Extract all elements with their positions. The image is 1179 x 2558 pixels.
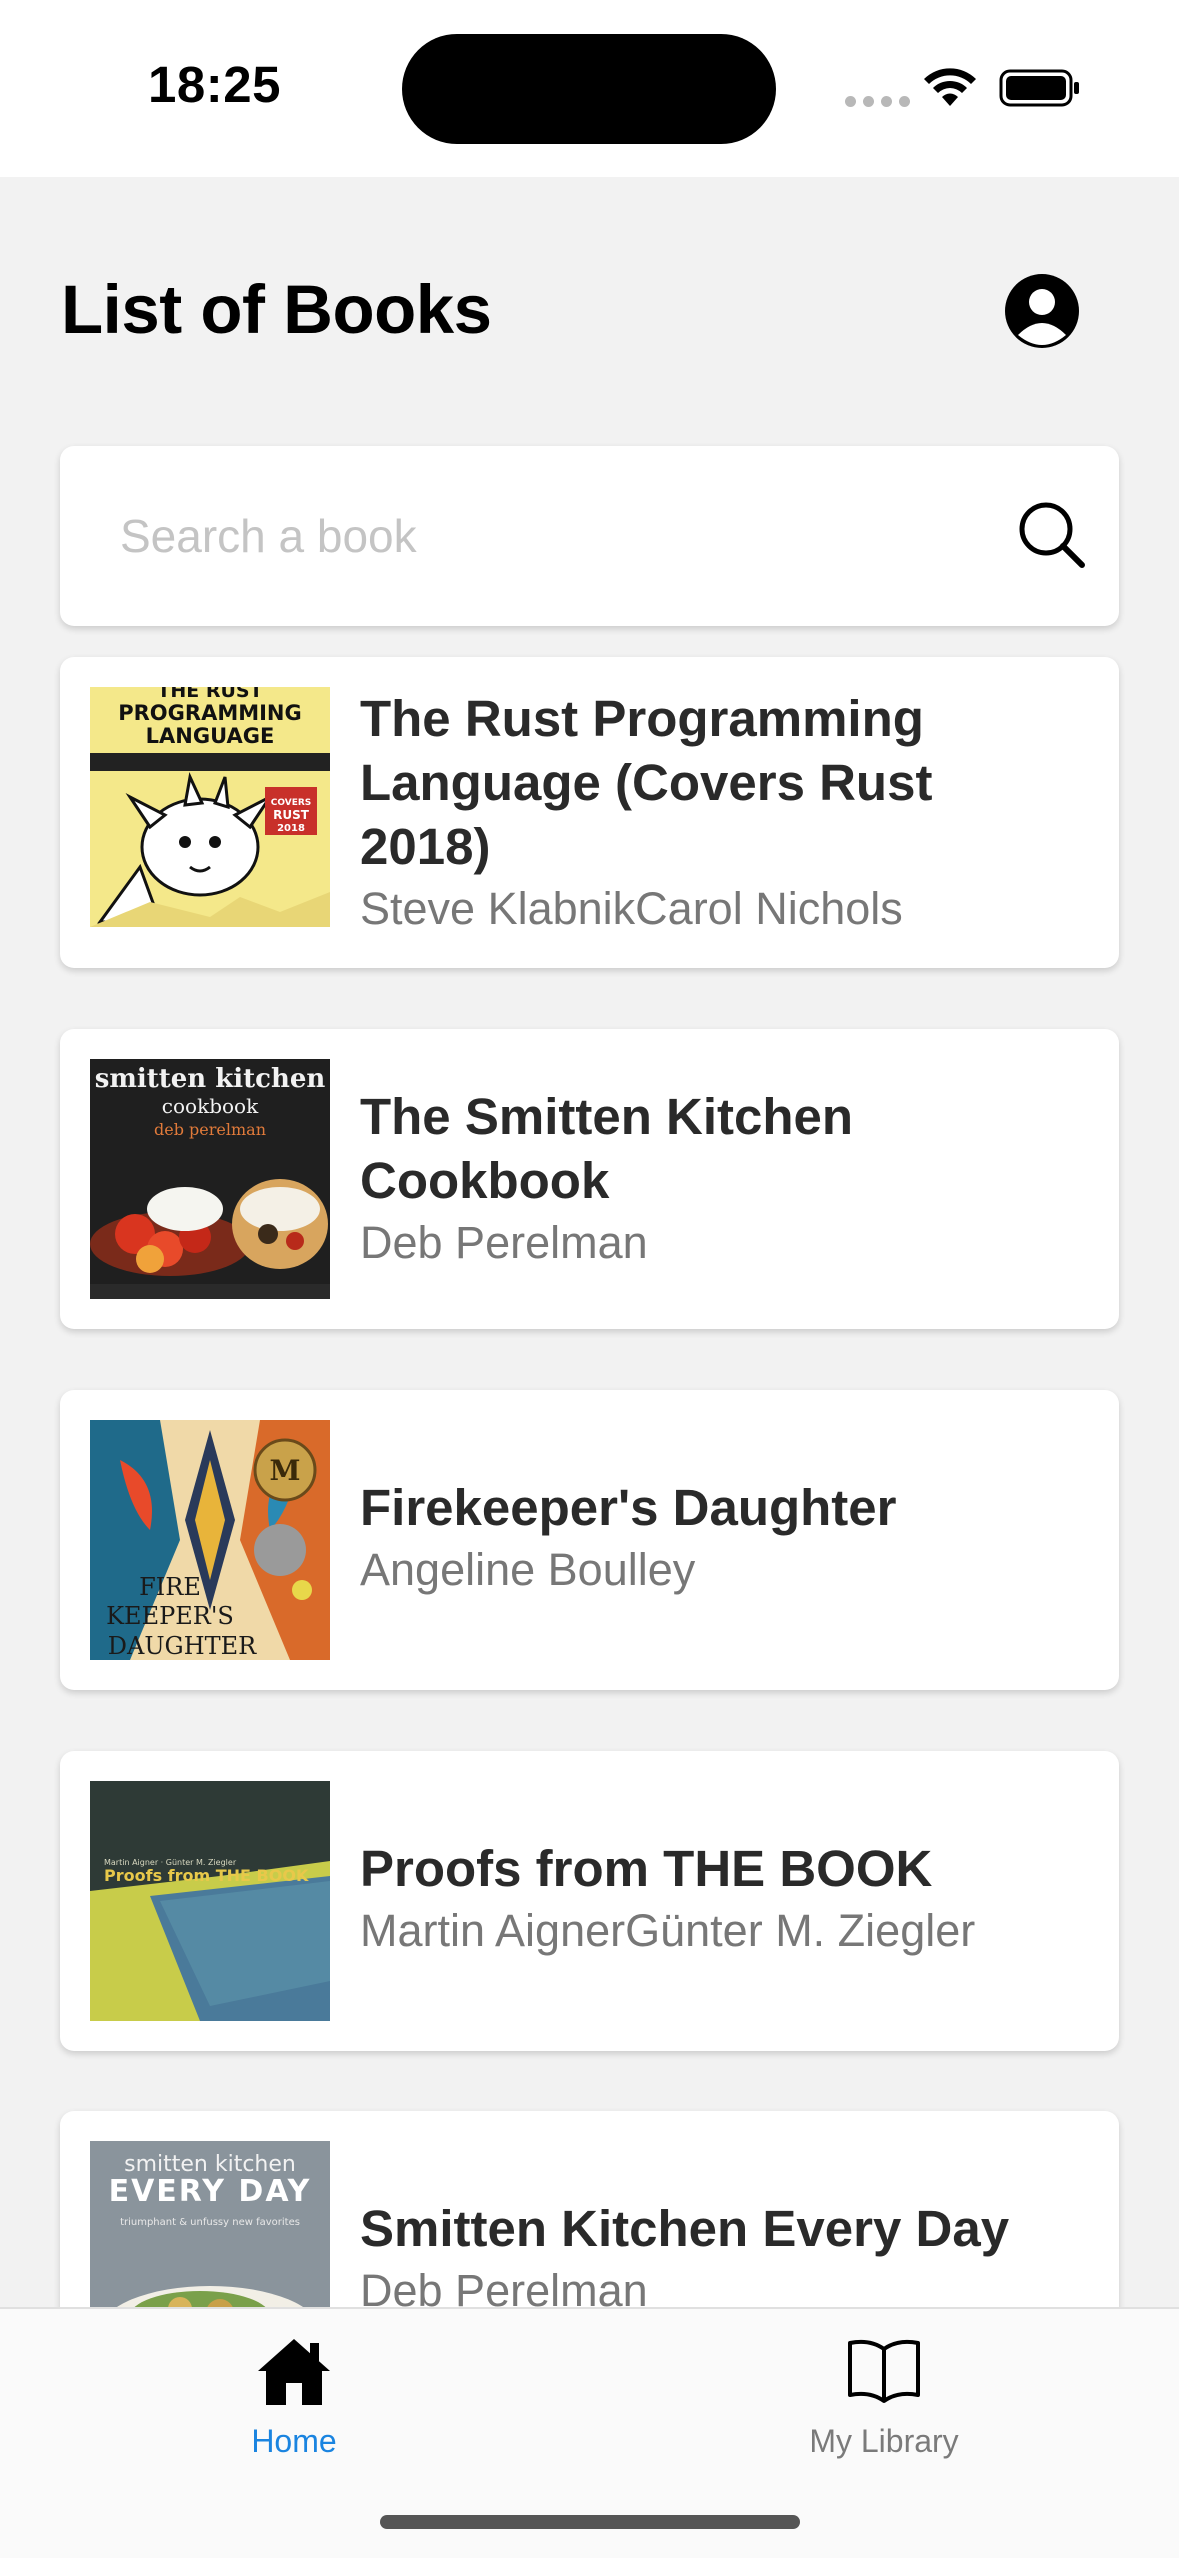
book-title: Firekeeper's Daughter [360,1479,897,1536]
svg-text:M: M [270,1454,301,1487]
search-box [60,446,1119,626]
book-info: The Smitten Kitchen Cookbook Deb Perelma… [360,1085,1079,1273]
book-info: The Rust Programming Language (Covers Ru… [360,687,1079,939]
book-cover-image: smitten kitchen cookbook deb perelman [90,1059,330,1299]
book-card[interactable]: M FIRE KEEPER'S DAUGHTER Firekeeper's Da… [60,1390,1119,1690]
svg-text:KEEPER'S: KEEPER'S [106,1602,234,1630]
svg-text:cookbook: cookbook [162,1094,259,1118]
tab-label: My Library [809,2423,959,2459]
svg-text:PROGRAMMING: PROGRAMMING [118,701,302,725]
cover-line: THE RUST [157,687,262,702]
tab-home[interactable]: Home [94,2309,494,2469]
book-author: Steve KlabnikCarol Nichols [360,883,903,934]
book-info: Smitten Kitchen Every Day Deb Perelman [360,2197,1079,2307]
svg-text:smitten kitchen: smitten kitchen [95,1064,326,1094]
home-indicator[interactable] [380,2515,800,2529]
book-cover-image: THE RUST PROGRAMMING LANGUAGE COVERS RUS… [90,687,330,927]
svg-text:FIRE: FIRE [139,1573,201,1601]
book-title: Smitten Kitchen Every Day [360,2200,1010,2257]
book-card[interactable]: THE RUST PROGRAMMING LANGUAGE COVERS RUS… [60,657,1119,968]
svg-text:DAUGHTER: DAUGHTER [108,1632,257,1660]
home-icon [258,2339,330,2405]
svg-text:Proofs from THE BOOK: Proofs from THE BOOK [104,1866,309,1885]
book-title: The Smitten Kitchen Cookbook [360,1088,854,1209]
book-card[interactable]: smitten kitchen cookbook deb perelman Th… [60,1029,1119,1329]
svg-text:triumphant & unfussy new favor: triumphant & unfussy new favorites [120,2217,300,2228]
svg-text:2018: 2018 [277,823,305,834]
open-book-icon [848,2339,920,2403]
svg-text:EVERY DAY: EVERY DAY [109,2174,312,2209]
book-title: The Rust Programming Language (Covers Ru… [360,690,933,875]
book-info: Firekeeper's Daughter Angeline Boulley [360,1476,1079,1600]
page-title: List of Books [61,271,492,348]
book-author: Deb Perelman [360,1217,648,1268]
search-input[interactable] [120,492,1000,580]
book-cover-image: smitten kitchen EVERY DAY triumphant & u… [90,2141,330,2307]
book-card[interactable]: smitten kitchen EVERY DAY triumphant & u… [60,2111,1119,2307]
book-cover-image: Martin Aigner · Günter M. Ziegler Proofs… [90,1781,330,2021]
svg-text:deb perelman: deb perelman [154,1120,266,1139]
tab-label: Home [251,2423,337,2459]
svg-text:COVERS: COVERS [271,798,312,808]
svg-text:LANGUAGE: LANGUAGE [146,724,275,748]
book-info: Proofs from THE BOOK Martin AignerGünter… [360,1837,1079,1961]
book-author: Deb Perelman [360,2265,648,2307]
book-cover-image: M FIRE KEEPER'S DAUGHTER [90,1420,330,1660]
svg-text:RUST: RUST [273,808,310,822]
tab-my-library[interactable]: My Library [684,2309,1084,2469]
book-title: Proofs from THE BOOK [360,1840,933,1897]
search-icon[interactable] [1018,501,1086,569]
book-author: Angeline Boulley [360,1544,696,1595]
book-card[interactable]: Martin Aigner · Günter M. Ziegler Proofs… [60,1751,1119,2051]
book-author: Martin AignerGünter M. Ziegler [360,1905,976,1956]
user-circle-icon[interactable] [1004,273,1080,349]
